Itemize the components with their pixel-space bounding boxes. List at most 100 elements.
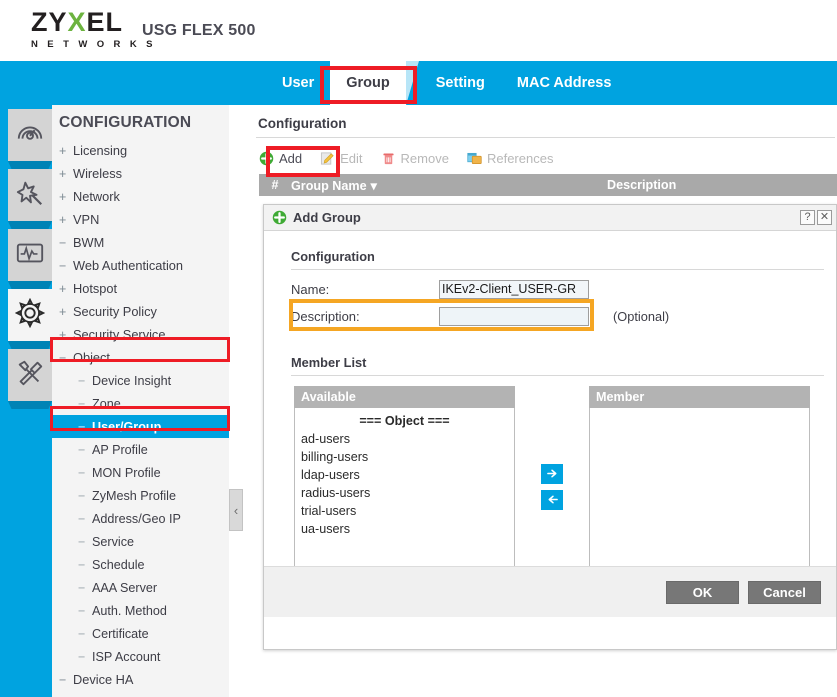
list-item[interactable]: ldap-users: [295, 466, 514, 484]
wizard-icon-button[interactable]: [8, 169, 52, 221]
sidebar-item-aaa-server[interactable]: − AAA Server: [52, 576, 229, 599]
sidebar-item-mgmt-analytics[interactable]: +Mgmt. & Analytics: [52, 691, 229, 697]
edit-button: Edit: [320, 151, 371, 166]
sidebar-item-device-ha[interactable]: − Device HA: [52, 668, 229, 691]
name-input[interactable]: IKEv2-Client_USER-GR: [439, 280, 589, 299]
add-group-dialog: Add Group ? ✕ Configuration Name: IKEv2-…: [263, 204, 837, 650]
list-item: === Object ===: [359, 414, 450, 428]
tree-toggle-icon[interactable]: −: [59, 673, 73, 687]
tree-toggle-icon[interactable]: −: [78, 535, 92, 549]
cancel-button[interactable]: Cancel: [748, 580, 821, 604]
maintenance-icon-button[interactable]: [8, 349, 52, 401]
sidebar-item-bwm[interactable]: − BWM: [52, 231, 229, 254]
sidebar-item-zone[interactable]: − Zone: [52, 392, 229, 415]
monitor-icon-button[interactable]: [8, 229, 52, 281]
tree-toggle-icon[interactable]: +: [59, 144, 73, 158]
tree-toggle-icon[interactable]: −: [59, 236, 73, 250]
column-header-group-name[interactable]: Group Name ▾: [291, 178, 607, 193]
column-header-description: Description: [607, 178, 677, 192]
member-list-header: Member: [589, 386, 810, 408]
sidebar-item-label: Address/Geo IP: [92, 511, 181, 526]
wrench-screwdriver-icon: [15, 358, 45, 393]
remove-icon: [381, 151, 396, 166]
list-item[interactable]: ad-users: [295, 430, 514, 448]
sidebar-item-licensing[interactable]: + Licensing: [52, 139, 229, 162]
sidebar-item-device-insight[interactable]: − Device Insight: [52, 369, 229, 392]
tree-toggle-icon[interactable]: −: [78, 558, 92, 572]
list-item[interactable]: trial-users: [295, 502, 514, 520]
sidebar-item-vpn[interactable]: + VPN: [52, 208, 229, 231]
sidebar-item-auth-method[interactable]: − Auth. Method: [52, 599, 229, 622]
sidebar-item-security-policy[interactable]: + Security Policy: [52, 300, 229, 323]
ok-button[interactable]: OK: [666, 580, 739, 604]
tree-toggle-icon[interactable]: −: [78, 443, 92, 457]
help-button[interactable]: ?: [800, 210, 815, 225]
toolbar-button-label: References: [486, 150, 554, 166]
sidebar-item-security-service[interactable]: + Security Service: [52, 323, 229, 346]
sidebar-item-label: BWM: [73, 235, 105, 250]
tree-toggle-icon[interactable]: −: [78, 650, 92, 664]
move-right-button[interactable]: [541, 464, 563, 484]
available-list-body[interactable]: === Object === ad-users billing-users ldap-…: [294, 408, 515, 584]
sidebar-item-ap-profile[interactable]: − AP Profile: [52, 438, 229, 461]
sidebar-item-network[interactable]: + Network: [52, 185, 229, 208]
sidebar-title: CONFIGURATION: [59, 114, 192, 131]
sidebar-item-label: Network: [73, 189, 120, 204]
tree-toggle-icon[interactable]: −: [78, 627, 92, 641]
logo-letter-x: X: [67, 7, 87, 37]
tree-toggle-icon[interactable]: −: [78, 512, 92, 526]
sidebar-item-user-group[interactable]: − User/Group: [52, 415, 229, 438]
sidebar-item-label: Schedule: [92, 557, 145, 572]
sidebar-item-certificate[interactable]: − Certificate: [52, 622, 229, 645]
tab-setting[interactable]: Setting: [420, 61, 501, 105]
sidebar-item-web-authentication[interactable]: − Web Authentication: [52, 254, 229, 277]
tree-toggle-icon[interactable]: −: [59, 351, 73, 365]
tree-toggle-icon[interactable]: −: [78, 374, 92, 388]
move-left-button[interactable]: [541, 490, 563, 510]
sidebar-item-zymesh-profile[interactable]: − ZyMesh Profile: [52, 484, 229, 507]
dialog-title-bar: Add Group ? ✕: [264, 205, 836, 231]
list-item[interactable]: radius-users: [295, 484, 514, 502]
sidebar-item-mon-profile[interactable]: − MON Profile: [52, 461, 229, 484]
sidebar-item-object[interactable]: − Object: [52, 346, 229, 369]
member-list-body[interactable]: [589, 408, 810, 584]
gear-icon: [14, 297, 46, 333]
list-item[interactable]: billing-users: [295, 448, 514, 466]
add-button[interactable]: Add: [259, 151, 311, 166]
arrow-right-icon: [546, 468, 558, 481]
sidebar-item-wireless[interactable]: + Wireless: [52, 162, 229, 185]
sidebar-item-schedule[interactable]: − Schedule: [52, 553, 229, 576]
tree-toggle-icon[interactable]: −: [78, 397, 92, 411]
zyxel-wordmark: ZYXEL: [31, 9, 156, 36]
sidebar-item-service[interactable]: − Service: [52, 530, 229, 553]
tab-group[interactable]: Group: [330, 61, 419, 105]
sidebar-item-address-geo-ip[interactable]: − Address/Geo IP: [52, 507, 229, 530]
tab-mac-address[interactable]: MAC Address: [501, 61, 628, 105]
tab-user[interactable]: User: [266, 61, 330, 105]
sidebar-item-isp-account[interactable]: − ISP Account: [52, 645, 229, 668]
sidebar-item-label: Web Authentication: [73, 258, 184, 273]
sidebar-item-label: VPN: [73, 212, 100, 227]
tree-toggle-icon[interactable]: +: [59, 213, 73, 227]
tree-toggle-icon[interactable]: −: [78, 489, 92, 503]
tab-label: Group: [346, 75, 390, 91]
tree-toggle-icon[interactable]: +: [59, 328, 73, 342]
tree-toggle-icon[interactable]: −: [78, 604, 92, 618]
remove-button: Remove: [381, 151, 458, 166]
tree-toggle-icon[interactable]: −: [59, 259, 73, 273]
dashboard-icon-button[interactable]: [8, 109, 52, 161]
sidebar-collapse-handle[interactable]: ‹: [229, 489, 243, 531]
configuration-icon-button[interactable]: [8, 289, 52, 341]
tree-toggle-icon[interactable]: +: [59, 190, 73, 204]
dialog-body: Configuration Name: IKEv2-Client_USER-GR…: [264, 231, 836, 617]
list-item[interactable]: ua-users: [295, 520, 514, 538]
description-input[interactable]: [439, 307, 589, 326]
tree-toggle-icon[interactable]: −: [78, 581, 92, 595]
tree-toggle-icon[interactable]: +: [59, 305, 73, 319]
tree-toggle-icon[interactable]: +: [59, 167, 73, 181]
sidebar-item-hotspot[interactable]: + Hotspot: [52, 277, 229, 300]
tree-toggle-icon[interactable]: −: [78, 420, 92, 434]
close-icon[interactable]: ✕: [817, 210, 832, 225]
tree-toggle-icon[interactable]: −: [78, 466, 92, 480]
tree-toggle-icon[interactable]: +: [59, 282, 73, 296]
